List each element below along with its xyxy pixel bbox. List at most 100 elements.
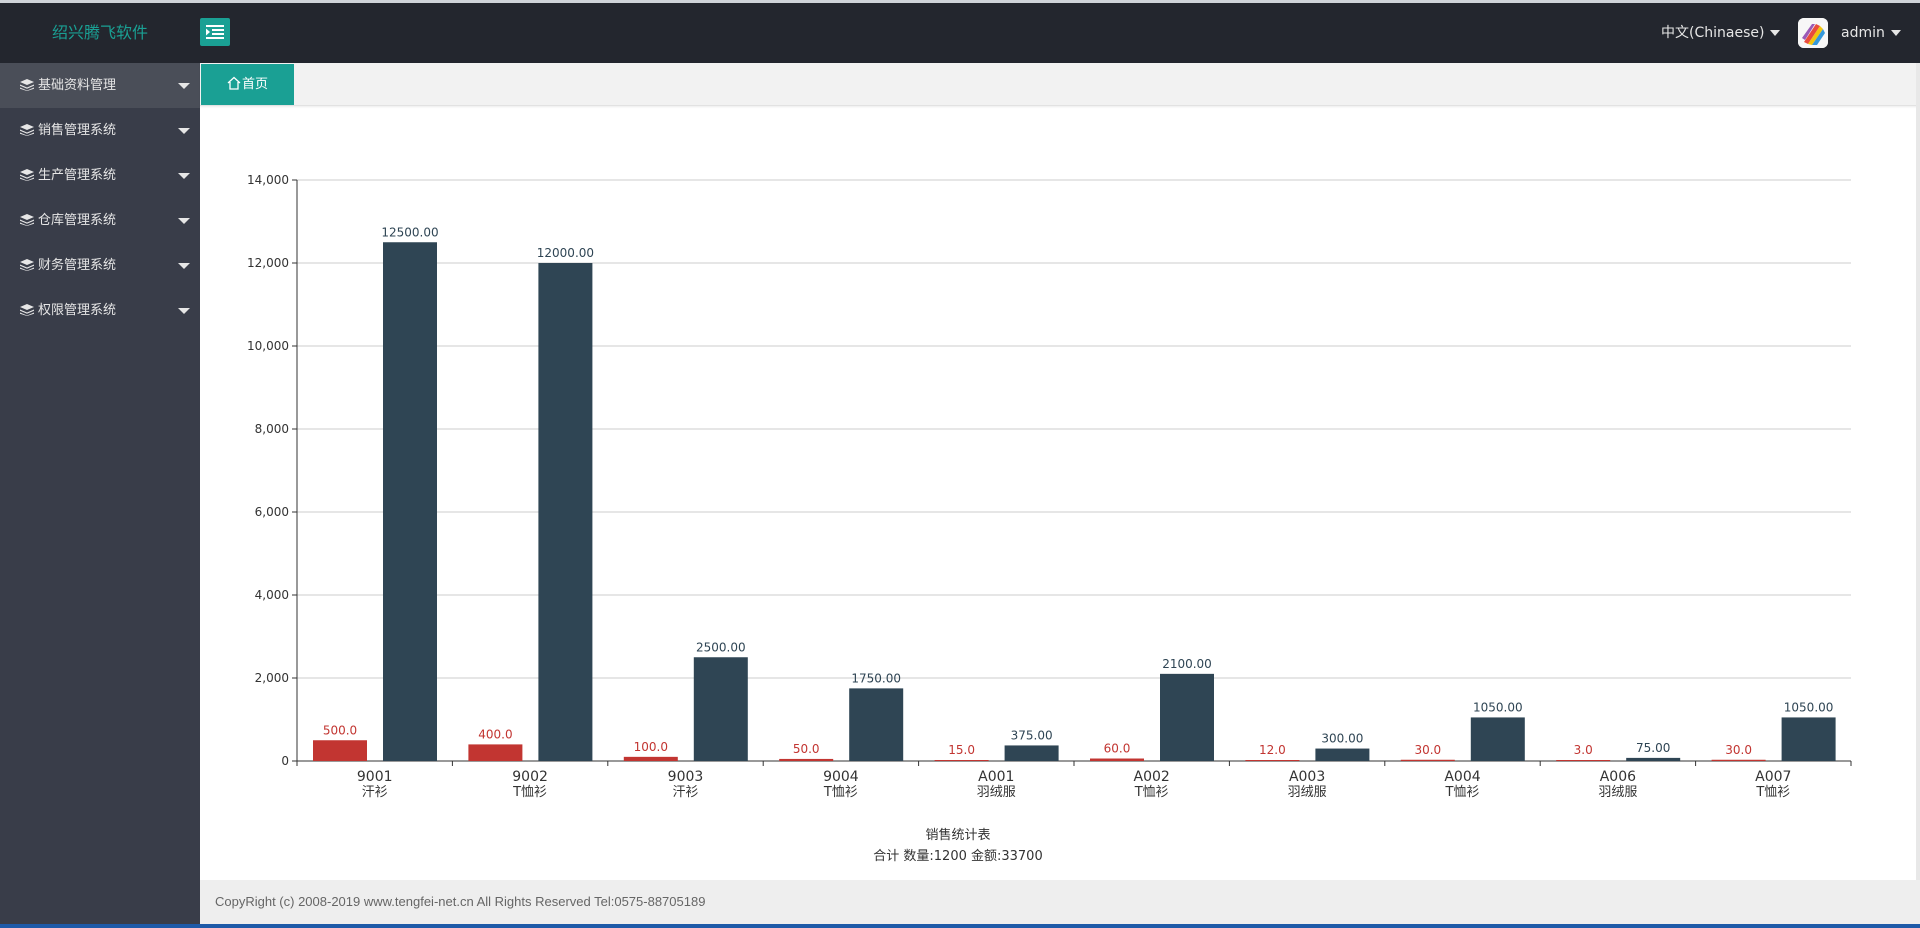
menu-fold-icon xyxy=(206,25,224,39)
top-border xyxy=(0,0,1920,3)
bar xyxy=(849,688,904,761)
bar xyxy=(1400,759,1455,761)
bar xyxy=(1626,757,1681,761)
x-tick-label-code: A006 xyxy=(1600,769,1636,785)
bar-value-label: 100.0 xyxy=(634,740,668,754)
x-tick-label-name: 汗衫 xyxy=(672,785,698,800)
chevron-down-icon xyxy=(178,263,190,269)
bar-value-label: 500.0 xyxy=(323,723,357,737)
bar-value-label: 2100.00 xyxy=(1162,657,1212,671)
chevron-down-icon xyxy=(178,83,190,89)
y-tick-label: 0 xyxy=(281,754,289,768)
layers-icon xyxy=(20,123,34,136)
tab-label: 首页 xyxy=(241,77,268,92)
chevron-down-icon xyxy=(1770,30,1781,36)
sales-chart: 0 2,000 4,000 6,000 8,000 10,000 12,000 14,000 9… xyxy=(200,106,1916,880)
x-tick-label-name: T恤衫 xyxy=(1445,785,1480,800)
bar xyxy=(1781,717,1836,761)
chart-title: 销售统计表 xyxy=(925,827,990,843)
x-tick-label-code: 9004 xyxy=(823,769,859,785)
sidebar-item-label: 生产管理系统 xyxy=(38,168,117,183)
bar xyxy=(934,760,989,761)
language-selector[interactable]: 中文(Chinaese) xyxy=(1661,3,1781,63)
bar-value-label: 400.0 xyxy=(478,727,512,741)
x-tick-label-name: T恤衫 xyxy=(512,785,547,800)
x-tick-label-code: 9002 xyxy=(512,769,548,785)
menu-toggle-button[interactable] xyxy=(200,18,230,46)
user-avatar-icon xyxy=(1798,18,1828,48)
user-menu[interactable]: admin xyxy=(1841,3,1901,63)
sidebar-item-warehouse[interactable]: 仓库管理系统 xyxy=(0,198,200,243)
layers-icon xyxy=(20,168,34,181)
tab-home[interactable]: 首页 xyxy=(201,64,294,105)
chevron-down-icon xyxy=(178,308,190,314)
home-icon xyxy=(227,76,241,90)
bar-value-label: 3.0 xyxy=(1574,743,1593,757)
x-tick-label-code: A003 xyxy=(1289,769,1325,785)
bar-value-label: 300.00 xyxy=(1321,732,1363,746)
x-tick-label-name: 羽绒服 xyxy=(977,785,1016,800)
bar xyxy=(1556,760,1611,761)
bar-value-label: 30.0 xyxy=(1414,743,1441,757)
y-tick-label: 12,000 xyxy=(247,256,289,270)
sidebar-item-label: 财务管理系统 xyxy=(38,258,117,273)
chart-canvas: 0 2,000 4,000 6,000 8,000 10,000 12,000 14,000 9… xyxy=(247,173,1852,864)
brand-logo-text[interactable]: 绍兴腾飞软件 xyxy=(0,3,200,63)
bar xyxy=(1090,758,1144,761)
bar-value-label: 1050.00 xyxy=(1784,700,1834,714)
bar-value-label: 12000.00 xyxy=(537,246,594,260)
copyright-text: CopyRight (c) 2008-2019 www.tengfei-net.… xyxy=(215,894,706,909)
bar-value-label: 12.0 xyxy=(1259,743,1286,757)
chevron-down-icon xyxy=(178,173,190,179)
layers-icon xyxy=(20,258,34,271)
sidebar-item-basic-data[interactable]: 基础资料管理 xyxy=(0,63,200,108)
bar xyxy=(538,263,593,761)
sidebar-item-label: 权限管理系统 xyxy=(38,303,117,318)
x-tick-label-name: 羽绒服 xyxy=(1598,785,1637,800)
sidebar-item-finance[interactable]: 财务管理系统 xyxy=(0,243,200,288)
x-tick-label-name: T恤衫 xyxy=(823,785,858,800)
bar xyxy=(313,740,367,761)
avatar[interactable] xyxy=(1798,18,1828,48)
sidebar: 基础资料管理 销售管理系统 生产管理系统 仓库管理系统 财务管理系统 权限管理系… xyxy=(0,63,200,928)
chevron-down-icon xyxy=(178,128,190,134)
x-tick-label-code: A004 xyxy=(1444,769,1480,785)
tab-bar: 首页 xyxy=(200,63,1920,106)
chevron-down-icon xyxy=(178,218,190,224)
y-tick-label: 14,000 xyxy=(247,173,289,187)
bar-value-label: 50.0 xyxy=(793,742,820,756)
x-tick-label-code: 9003 xyxy=(668,769,704,785)
x-tick-label-code: A002 xyxy=(1134,769,1170,785)
bar xyxy=(1315,748,1370,761)
chart-subtitle: 合计 数量:1200 金额:33700 xyxy=(873,848,1042,864)
bar-value-label: 1050.00 xyxy=(1473,700,1523,714)
footer: CopyRight (c) 2008-2019 www.tengfei-net.… xyxy=(200,880,1920,924)
layers-icon xyxy=(20,303,34,316)
bar xyxy=(693,657,748,761)
sidebar-item-permissions[interactable]: 权限管理系统 xyxy=(0,288,200,333)
bar-value-label: 75.00 xyxy=(1636,741,1670,755)
bar-value-label: 15.0 xyxy=(948,743,975,757)
bar xyxy=(1470,717,1525,761)
y-tick-label: 8,000 xyxy=(255,422,289,436)
os-taskbar xyxy=(0,924,1920,928)
x-tick-label-name: T恤衫 xyxy=(1755,785,1790,800)
sidebar-item-label: 基础资料管理 xyxy=(38,78,117,93)
layers-icon xyxy=(20,78,34,91)
vertical-scrollbar[interactable] xyxy=(1916,63,1920,880)
sidebar-item-label: 销售管理系统 xyxy=(38,123,117,138)
bar-value-label: 30.0 xyxy=(1725,743,1752,757)
x-tick-label-name: 羽绒服 xyxy=(1288,785,1327,800)
y-tick-label: 2,000 xyxy=(255,671,289,685)
x-tick-label-code: 9001 xyxy=(357,769,393,785)
x-tick-label-name: T恤衫 xyxy=(1134,785,1169,800)
bar xyxy=(1004,745,1059,761)
language-label: 中文(Chinaese) xyxy=(1661,25,1765,41)
bar-value-label: 375.00 xyxy=(1011,728,1053,742)
bar xyxy=(1711,759,1766,761)
bar xyxy=(383,242,437,761)
sidebar-item-production[interactable]: 生产管理系统 xyxy=(0,153,200,198)
top-bar: 绍兴腾飞软件 中文(Chinaese) admin xyxy=(0,0,1920,63)
sidebar-item-sales[interactable]: 销售管理系统 xyxy=(0,108,200,153)
bar-value-label: 12500.00 xyxy=(381,225,438,239)
